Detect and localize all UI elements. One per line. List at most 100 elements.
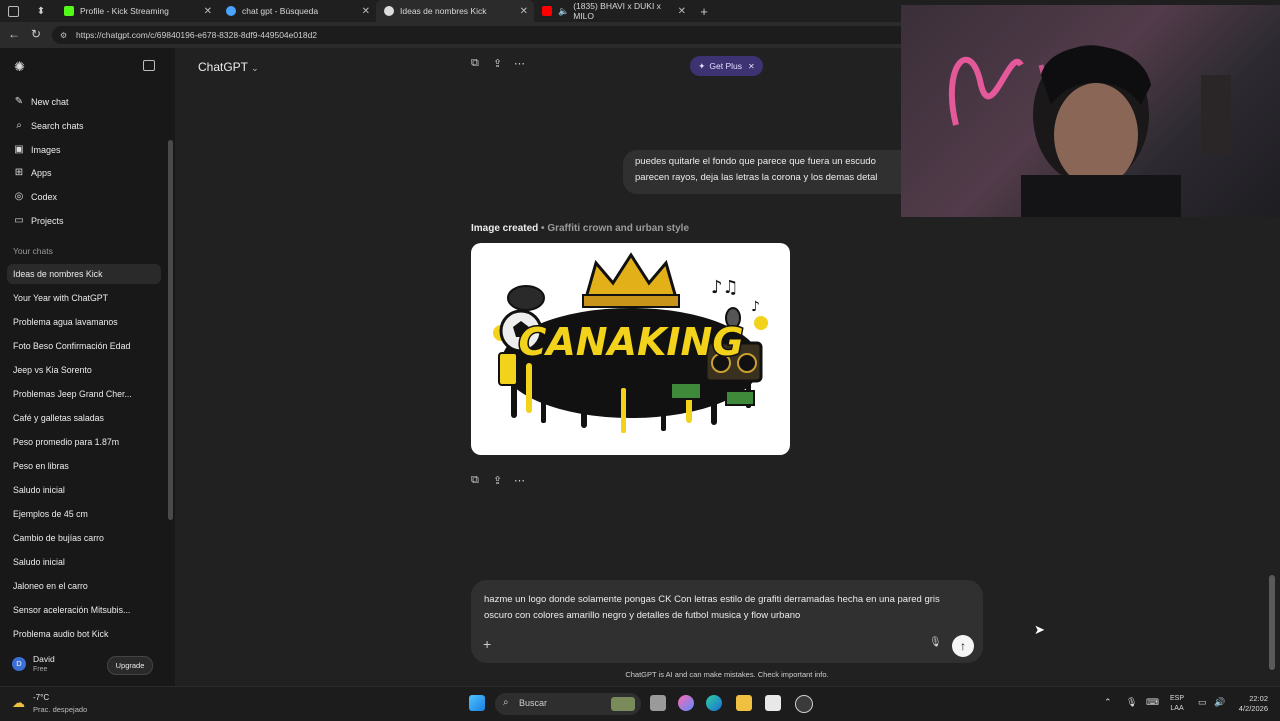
chat-item[interactable]: Café y galletas saladas bbox=[13, 413, 104, 423]
chevron-up-icon[interactable]: ⌃ bbox=[1104, 697, 1112, 708]
chat-item[interactable]: Cambio de bujías carro bbox=[13, 533, 104, 543]
user-profile[interactable]: D David Free Upgrade bbox=[0, 648, 175, 686]
sidebar-scrollbar[interactable] bbox=[168, 140, 173, 520]
chat-item[interactable]: Peso promedio para 1.87m bbox=[13, 437, 119, 447]
image-icon: ▣ bbox=[14, 144, 24, 155]
composer-input[interactable]: hazme un logo donde solamente pongas CK … bbox=[484, 592, 964, 624]
store-icon[interactable] bbox=[765, 695, 781, 711]
chat-item[interactable]: Ejemplos de 45 cm bbox=[13, 509, 88, 519]
model-selector[interactable]: ChatGPT ⌄ bbox=[198, 60, 259, 74]
add-attachment-icon[interactable]: + bbox=[483, 636, 491, 652]
lang-line: ESP bbox=[1170, 695, 1185, 702]
microphone-icon[interactable]: 🎙 bbox=[929, 637, 942, 648]
sidebar-item-images[interactable]: ▣ Images bbox=[13, 144, 61, 155]
chat-item[interactable]: Your Year with ChatGPT bbox=[13, 293, 108, 303]
site-info-icon[interactable]: ⚙ bbox=[60, 31, 67, 40]
weather-icon[interactable]: ☁ bbox=[12, 695, 25, 711]
temperature: -7°C bbox=[33, 693, 50, 702]
chat-item[interactable]: Jeep vs Kia Sorento bbox=[13, 365, 92, 375]
input-language[interactable]: ESP LAA bbox=[1170, 694, 1184, 714]
generated-image[interactable]: ♪♫ ♪ CANAKING bbox=[471, 243, 790, 455]
chat-item[interactable]: Problema agua lavamanos bbox=[13, 317, 118, 327]
chat-item[interactable]: Sensor aceleración Mitsubis... bbox=[13, 605, 130, 615]
chat-item[interactable]: Jaloneo en el carro bbox=[13, 581, 88, 591]
obs-icon[interactable] bbox=[795, 695, 813, 713]
graffiti-logo-text: CANAKING bbox=[518, 320, 743, 364]
volume-icon[interactable]: 🔊 bbox=[1214, 697, 1225, 708]
tab-label: Profile - Kick Streaming bbox=[80, 6, 169, 16]
sidebar-toggle-icon[interactable] bbox=[143, 60, 155, 71]
microphone-icon[interactable]: 🎙 bbox=[1126, 697, 1137, 708]
edge-icon[interactable] bbox=[706, 695, 722, 711]
close-icon[interactable]: ✕ bbox=[748, 62, 755, 71]
downloads-icon[interactable]: ⬍ bbox=[26, 6, 56, 17]
new-tab-icon[interactable]: + bbox=[692, 4, 716, 19]
share-icon[interactable]: ⇪ bbox=[493, 474, 502, 487]
clock[interactable]: 22:02 4/2/2026 bbox=[1232, 694, 1268, 714]
copy-icon[interactable]: ⧉ bbox=[471, 57, 479, 70]
chatgpt-favicon-icon bbox=[384, 6, 394, 16]
avatar: D bbox=[12, 657, 26, 671]
kick-favicon-icon bbox=[64, 6, 74, 16]
get-plus-button[interactable]: ✦ Get Plus ✕ bbox=[690, 56, 763, 76]
more-icon[interactable]: ⋯ bbox=[514, 474, 525, 487]
window-menu-icon[interactable] bbox=[0, 0, 26, 22]
message-composer[interactable]: hazme un logo donde solamente pongas CK … bbox=[471, 580, 983, 663]
webcam-scene bbox=[949, 45, 1231, 217]
chat-item[interactable]: Ideas de nombres Kick bbox=[7, 264, 161, 284]
copilot-icon[interactable] bbox=[678, 695, 694, 711]
search-favicon-icon bbox=[226, 6, 236, 16]
tab-youtube[interactable]: 🔈 (1835) BHAVI x DUKI x MILO ✕ bbox=[534, 0, 692, 22]
graffiti-logo-illustration: ♪♫ ♪ CANAKING bbox=[493, 252, 768, 433]
chat-item[interactable]: Saludo inicial bbox=[13, 485, 65, 495]
sidebar-item-projects[interactable]: ▭ Projects bbox=[13, 215, 63, 226]
chat-item[interactable]: Saludo inicial bbox=[13, 557, 65, 567]
tab-chatgpt[interactable]: Ideas de nombres Kick ✕ bbox=[376, 0, 534, 22]
close-tab-icon[interactable]: ✕ bbox=[520, 6, 528, 17]
chat-item[interactable]: Foto Beso Confirmación Edad bbox=[13, 341, 130, 351]
search-highlight-icon bbox=[611, 697, 635, 711]
taskbar-search[interactable]: ⌕ Buscar bbox=[495, 693, 641, 715]
folder-icon: ▭ bbox=[14, 215, 24, 226]
close-tab-icon[interactable]: ✕ bbox=[204, 6, 212, 17]
chat-item[interactable]: Problemas Jeep Grand Cher... bbox=[13, 389, 132, 399]
chat-item[interactable]: Peso en libras bbox=[13, 461, 69, 471]
chat-item[interactable]: Problema audio bot Kick bbox=[13, 629, 108, 639]
openai-logo-icon[interactable]: ✺ bbox=[14, 59, 25, 75]
sidebar-item-label: New chat bbox=[31, 96, 69, 107]
sidebar-item-apps[interactable]: ⊞ Apps bbox=[13, 167, 52, 178]
image-caption: Image created • Graffiti crown and urban… bbox=[471, 223, 689, 234]
back-icon[interactable]: ← bbox=[8, 27, 20, 41]
speaker-icon[interactable]: 🔈 bbox=[558, 6, 569, 17]
sidebar-item-label: Apps bbox=[31, 167, 52, 178]
keyboard-icon[interactable]: ⌨ bbox=[1146, 697, 1159, 708]
tab-kick-profile[interactable]: Profile - Kick Streaming ✕ bbox=[56, 0, 218, 22]
music-notes-icon: ♪♫ bbox=[711, 277, 739, 298]
upgrade-button[interactable]: Upgrade bbox=[107, 656, 153, 675]
spray-can-icon bbox=[498, 352, 518, 386]
tab-search[interactable]: chat gpt - Búsqueda ✕ bbox=[218, 0, 376, 22]
close-tab-icon[interactable]: ✕ bbox=[362, 6, 370, 17]
share-icon[interactable]: ⇪ bbox=[493, 57, 502, 70]
sidebar-item-label: Images bbox=[31, 144, 61, 155]
url-field[interactable]: ⚙ https://chatgpt.com/c/69840196-e678-83… bbox=[52, 26, 912, 44]
webcam-overlay bbox=[901, 5, 1280, 217]
sidebar-item-label: Search chats bbox=[31, 120, 84, 131]
sidebar-item-codex[interactable]: ◎ Codex bbox=[13, 191, 57, 202]
search-icon: ⌕ bbox=[16, 120, 22, 131]
send-button[interactable]: ↑ bbox=[952, 635, 974, 657]
more-icon[interactable]: ⋯ bbox=[514, 57, 525, 70]
reload-icon[interactable]: ↻ bbox=[31, 27, 41, 41]
file-explorer-icon[interactable] bbox=[736, 695, 752, 711]
network-icon[interactable]: ▭ bbox=[1198, 697, 1207, 708]
main-scrollbar[interactable] bbox=[1269, 575, 1275, 670]
copy-icon[interactable]: ⧉ bbox=[471, 474, 479, 487]
sidebar-item-new-chat[interactable]: ✎ New chat bbox=[13, 96, 69, 107]
date: 4/2/2026 bbox=[1238, 704, 1268, 713]
close-tab-icon[interactable]: ✕ bbox=[678, 6, 686, 17]
windows-start-icon[interactable] bbox=[469, 695, 485, 711]
task-view-icon[interactable] bbox=[650, 695, 666, 711]
sidebar-item-search-chats[interactable]: ⌕ Search chats bbox=[13, 120, 84, 131]
sparkle-icon: ✦ bbox=[698, 60, 706, 71]
lang-line: LAA bbox=[1170, 705, 1184, 712]
